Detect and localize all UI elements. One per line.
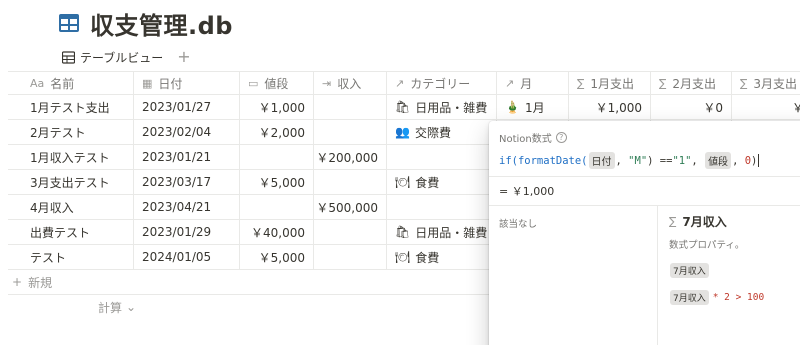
new-row-label: 新規 xyxy=(28,275,53,290)
cell-category[interactable]: 🛍 日用品・雑費 xyxy=(387,95,497,119)
cell-date[interactable]: 2023/01/29 xyxy=(134,220,240,244)
cell-name[interactable]: 1月テスト支出 xyxy=(8,95,134,119)
column-header-mar-expense[interactable]: ∑ 3月支出 xyxy=(732,72,800,94)
cell-month[interactable]: 🎍 1月 xyxy=(497,95,569,119)
table-icon xyxy=(59,14,79,32)
formula-icon: ∑ xyxy=(659,76,667,90)
cell-income[interactable]: ￥500,000 xyxy=(314,195,387,219)
cell-name[interactable]: 出費テスト xyxy=(8,220,134,244)
cell-date[interactable]: 2024/01/05 xyxy=(134,245,240,269)
text-type-icon: Aa xyxy=(30,76,45,90)
formula-editor-popup: Notion数式 ? if(formatDate(日付, "M") == "1"… xyxy=(489,121,800,345)
calendar-icon: ▦ xyxy=(142,76,153,90)
cell-category[interactable]: 👥 交際費 xyxy=(387,120,497,144)
pane-divider xyxy=(657,205,658,345)
category-icon: 🍽 xyxy=(395,175,411,189)
column-header-month[interactable]: ↗ 月 xyxy=(497,72,569,94)
cell-category[interactable] xyxy=(387,145,497,169)
suggestion-list: 該当なし xyxy=(499,216,537,230)
add-view-button[interactable]: + xyxy=(177,49,190,65)
cell-income[interactable] xyxy=(314,245,387,269)
cell-name[interactable]: 2月テスト xyxy=(8,120,134,144)
column-header-income[interactable]: ⇥ 収入 xyxy=(314,72,387,94)
category-icon: 👥 xyxy=(395,125,410,139)
cell-income[interactable] xyxy=(314,95,387,119)
table-header-row: Aa 名前 ▦ 日付 ▭ 値段 ⇥ 収入 ↗ カテゴリー ↗ 月 ∑ 1月支出 ∑ 2月支出 ∑… xyxy=(8,71,800,95)
category-icon: 🍽 xyxy=(395,250,411,264)
cell-income[interactable] xyxy=(314,220,387,244)
cell-mar-expense[interactable]: ￥ xyxy=(732,95,800,119)
property-example-2: 7月収入 * 2 > 100 xyxy=(669,290,800,305)
cell-date[interactable]: 2023/03/17 xyxy=(134,170,240,194)
property-chip-price[interactable]: 値段 xyxy=(705,152,732,169)
formula-icon: ∑ xyxy=(577,76,585,90)
property-example-1: 7月収入 xyxy=(669,263,800,278)
table-view-icon xyxy=(62,50,75,64)
cell-name[interactable]: 1月収入テスト xyxy=(8,145,134,169)
cell-name[interactable]: 3月支出テスト xyxy=(8,170,134,194)
column-header-date[interactable]: ▦ 日付 xyxy=(134,72,240,94)
formula-icon: ∑ xyxy=(740,76,748,90)
relation-icon: ↗ xyxy=(505,76,515,90)
cell-feb-expense[interactable]: ￥0 xyxy=(651,95,732,119)
cell-name[interactable]: テスト xyxy=(8,245,134,269)
page-title[interactable]: 収支管理.db xyxy=(90,6,233,41)
cell-name[interactable]: 4月収入 xyxy=(8,195,134,219)
cell-price[interactable]: ￥2,000 xyxy=(240,120,314,144)
tab-table-view[interactable]: テーブルビュー xyxy=(60,49,165,66)
cell-price[interactable]: ￥1,000 xyxy=(240,95,314,119)
rollup-icon: ▭ xyxy=(248,76,259,90)
cell-price[interactable] xyxy=(240,145,314,169)
database-header: 収支管理.db xyxy=(58,6,233,40)
formula-result: = ￥1,000 xyxy=(499,185,555,198)
text-caret xyxy=(758,154,760,167)
cell-income[interactable] xyxy=(314,170,387,194)
formula-icon: ∑ xyxy=(669,215,677,228)
month-icon: 🎍 xyxy=(505,100,520,114)
category-icon: 🛍 xyxy=(395,225,411,239)
property-detail-description: 数式プロパティ。 xyxy=(669,240,745,251)
plus-icon: + xyxy=(12,275,23,289)
column-header-name[interactable]: Aa 名前 xyxy=(8,72,134,94)
column-header-price[interactable]: ▭ 値段 xyxy=(240,72,314,94)
property-detail-title: ∑ 7月収入 xyxy=(669,215,727,229)
calculate-label: 計算 xyxy=(98,300,123,315)
cell-price[interactable]: ￥40,000 xyxy=(240,220,314,244)
category-icon: 🛍 xyxy=(395,100,411,114)
no-match-text: 該当なし xyxy=(499,219,538,230)
cell-date[interactable]: 2023/02/04 xyxy=(134,120,240,144)
cell-category[interactable]: 🛍 日用品・雑費 xyxy=(387,220,497,244)
cell-category[interactable]: 🍽 食費 xyxy=(387,170,497,194)
relation-icon: ↗ xyxy=(395,76,405,90)
column-header-feb-expense[interactable]: ∑ 2月支出 xyxy=(651,72,732,94)
divider xyxy=(489,205,800,206)
property-chip-date[interactable]: 日付 xyxy=(588,152,615,169)
cell-price[interactable]: ￥5,000 xyxy=(240,170,314,194)
help-icon[interactable]: ? xyxy=(555,132,567,143)
cell-price[interactable]: ￥5,000 xyxy=(240,245,314,269)
formula-input[interactable]: if(formatDate(日付, "M") == "1", 値段, 0) xyxy=(499,152,760,169)
cell-price[interactable] xyxy=(240,195,314,219)
table-row[interactable]: 1月テスト支出 2023/01/27 ￥1,000 🛍 日用品・雑費 🎍 1月 ￥1,000 ￥… xyxy=(8,95,800,120)
property-detail-pane: ∑ 7月収入 数式プロパティ。 7月収入 7月収入 * 2 > 100 xyxy=(669,213,800,305)
tab-table-view-label: テーブルビュー xyxy=(80,50,164,65)
column-header-category[interactable]: ↗ カテゴリー xyxy=(387,72,497,94)
cell-jan-expense[interactable]: ￥1,000 xyxy=(569,95,651,119)
view-tabs: テーブルビュー + xyxy=(60,46,191,68)
divider xyxy=(489,176,800,177)
cell-income[interactable] xyxy=(314,120,387,144)
chevron-down-icon: ⌄ xyxy=(126,300,137,314)
cell-date[interactable]: 2023/04/21 xyxy=(134,195,240,219)
cell-category[interactable] xyxy=(387,195,497,219)
cell-date[interactable]: 2023/01/27 xyxy=(134,95,240,119)
cell-income[interactable]: ￥200,000 xyxy=(314,145,387,169)
cell-category[interactable]: 🍽 食費 xyxy=(387,245,497,269)
formula-popup-title: Notion数式 ? xyxy=(499,130,567,145)
column-header-jan-expense[interactable]: ∑ 1月支出 xyxy=(569,72,651,94)
income-icon: ⇥ xyxy=(322,76,332,90)
cell-date[interactable]: 2023/01/21 xyxy=(134,145,240,169)
